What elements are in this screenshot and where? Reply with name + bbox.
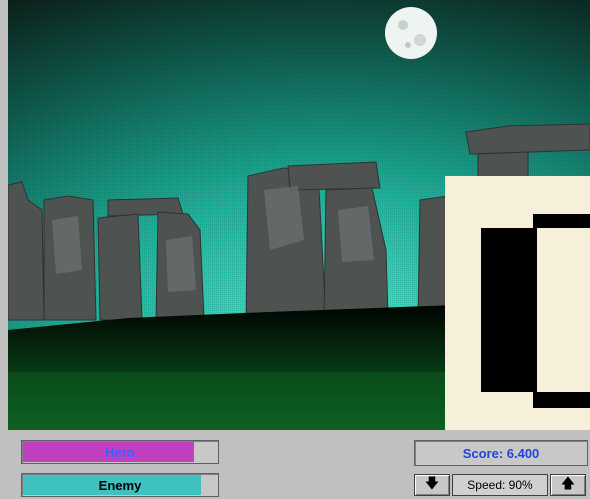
hero-health-bar: Hero — [21, 440, 219, 464]
stonehenge-backdrop — [8, 0, 590, 430]
enemy-sprite-block — [445, 176, 590, 430]
speed-label: Speed: 90% — [452, 474, 548, 496]
moon — [385, 7, 437, 59]
speed-control: 🡇 Speed: 90% 🡅 — [414, 474, 586, 496]
enemy-label: Enemy — [98, 477, 142, 493]
arrow-up-icon: 🡅 — [560, 475, 576, 491]
arrow-down-icon: 🡇 — [424, 475, 440, 491]
enemy-health-bar: Enemy — [21, 473, 219, 497]
hud-panel: Hero Enemy Score: 6.400 🡇 Speed: 90% 🡅 — [0, 430, 590, 499]
speed-up-button[interactable]: 🡅 — [550, 474, 586, 496]
score-display: Score: 6.400 — [414, 440, 588, 466]
speed-down-button[interactable]: 🡇 — [414, 474, 450, 496]
game-scene — [8, 0, 590, 430]
hero-label: Hero — [105, 444, 135, 460]
